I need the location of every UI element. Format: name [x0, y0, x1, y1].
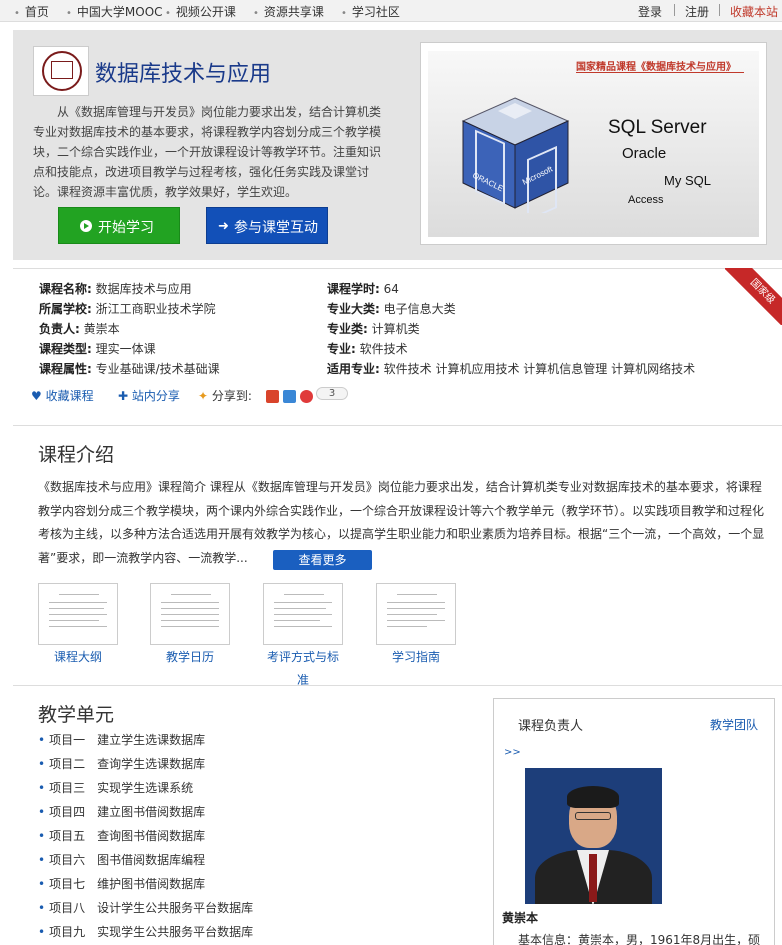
leader-basic-info: 基本信息：黄崇本，男，1961年8月出生，硕 [518, 933, 761, 945]
promo-tag: 国家精品课程《数据库技术与应用》 [576, 62, 736, 73]
info-course-attr: 课程属性: 专业基础课/技术基础课 [39, 362, 220, 376]
unit-item[interactable]: • 项目五 查询图书借阅数据库 [38, 827, 205, 844]
promo-access: Access [628, 194, 664, 206]
database-cube-icon: ORACLE Microsoft [461, 97, 570, 213]
share-icon: ✦ [198, 389, 209, 403]
promo-mysql: My SQL [664, 173, 711, 188]
leader-photo [525, 768, 662, 904]
weibo-share-icon[interactable] [266, 390, 279, 403]
unit-item[interactable]: • 项目二 查询学生选课数据库 [38, 755, 205, 772]
heart-icon: ♥ [31, 389, 42, 403]
nav-divider [674, 4, 675, 16]
nav-divider [719, 4, 720, 16]
start-learning-button[interactable]: 开始学习 [58, 207, 180, 244]
doc-assessment-thumb[interactable] [263, 583, 343, 645]
share-to: ✦ 分享到: [198, 389, 252, 403]
leader-box-title: 课程负责人 [518, 719, 584, 734]
intro-text: 《数据库技术与应用》课程简介 课程从《数据库管理与开发员》岗位能力要求出发，结合… [38, 480, 765, 565]
site-share-link[interactable]: ✚ 站内分享 [118, 387, 180, 404]
promo-oracle: Oracle [622, 145, 667, 162]
info-major: 专业: 软件技术 [327, 342, 408, 356]
section-divider [13, 685, 782, 686]
unit-item[interactable]: • 项目七 维护图书借阅数据库 [38, 875, 205, 892]
info-hours: 课程学时: 64 [327, 282, 399, 296]
doc-syllabus-thumb[interactable] [38, 583, 118, 645]
unit-item[interactable]: • 项目九 实现学生公共服务平台数据库 [38, 923, 253, 940]
section-divider [13, 425, 782, 426]
puzzle-icon: ✚ [118, 389, 129, 403]
course-hero: 数据库技术与应用 从《数据库管理与开发员》岗位能力要求出发，结合计算机类专业对数… [13, 30, 782, 260]
top-nav: • 首页 • 中国大学MOOC • 视频公开课 • 资源共享课 • 学习社区 登录 注册 … [0, 0, 782, 22]
play-icon [80, 220, 92, 232]
school-logo [33, 46, 89, 96]
unit-item[interactable]: • 项目一 建立学生选课数据库 [38, 731, 205, 748]
nav-video-course[interactable]: • 视频公开课 [165, 3, 236, 20]
bullet-icon: • [253, 8, 259, 19]
nav-resource-course[interactable]: • 资源共享课 [253, 3, 324, 20]
info-major-category: 专业大类: 电子信息大类 [327, 302, 456, 316]
arrow-right-icon: ➜ [218, 219, 229, 234]
qzone-share-icon[interactable] [283, 390, 296, 403]
bullet-icon: • [341, 8, 347, 19]
leader-name: 黄崇本 [502, 911, 539, 925]
nav-community[interactable]: • 学习社区 [341, 3, 400, 20]
favorite-course-link[interactable]: ♥ 收藏课程 [31, 387, 94, 404]
info-leader: 负责人: 黄崇本 [39, 322, 120, 336]
teaching-team-link[interactable]: 教学团队 [710, 716, 758, 733]
info-applicable-majors: 适用专业: 软件技术 计算机应用技术 计算机信息管理 计算机网络技术 [327, 362, 696, 376]
unit-item[interactable]: • 项目三 实现学生选课系统 [38, 779, 193, 796]
nav-home[interactable]: • 首页 [14, 3, 49, 20]
nav-mooc[interactable]: • 中国大学MOOC [66, 3, 163, 20]
course-promo-banner: 国家精品课程《数据库技术与应用》 ORACLE Microsoft SQL Se… [420, 42, 767, 245]
register-link[interactable]: 注册 [685, 3, 709, 20]
doc-syllabus-link[interactable]: 课程大纲 [38, 646, 118, 669]
course-leader-box: 课程负责人 教学团队 >> 黄崇本 基本信息：黄崇本，男，1961年8月出生，硕 [493, 698, 775, 945]
doc-guide-thumb[interactable] [376, 583, 456, 645]
bullet-icon: • [14, 8, 20, 19]
info-school: 所属学校: 浙江工商职业技术学院 [39, 302, 216, 316]
bookmark-site-link[interactable]: 收藏本站 [730, 3, 778, 20]
more-link[interactable]: >> [504, 747, 521, 758]
units-title: 教学单元 [38, 704, 115, 726]
doc-guide-link[interactable]: 学习指南 [376, 646, 456, 669]
doc-calendar-link[interactable]: 教学日历 [150, 646, 230, 669]
course-title: 数据库技术与应用 [95, 62, 272, 87]
promo-sqlserver: SQL Server [608, 117, 707, 138]
unit-item[interactable]: • 项目八 设计学生公共服务平台数据库 [38, 899, 253, 916]
class-interaction-button[interactable]: ➜ 参与课堂互动 [206, 207, 328, 244]
bullet-icon: • [66, 8, 72, 19]
info-major-class: 专业类: 计算机类 [327, 322, 420, 336]
info-course-type: 课程类型: 理实一体课 [39, 342, 156, 356]
renren-share-icon[interactable] [300, 390, 313, 403]
share-count: 3 [316, 387, 348, 400]
course-summary: 从《数据库管理与开发员》岗位能力要求出发，结合计算机类专业对数据库技术的基本要求… [33, 105, 382, 199]
intro-title: 课程介绍 [38, 444, 115, 466]
info-course-name: 课程名称: 数据库技术与应用 [39, 282, 192, 296]
doc-calendar-thumb[interactable] [150, 583, 230, 645]
unit-item[interactable]: • 项目四 建立图书借阅数据库 [38, 803, 205, 820]
unit-item[interactable]: • 项目六 图书借阅数据库编程 [38, 851, 205, 868]
view-more-button[interactable]: 查看更多 [273, 550, 372, 570]
national-level-badge: 国家级 [725, 268, 782, 325]
login-link[interactable]: 登录 [638, 3, 662, 20]
bullet-icon: • [165, 8, 171, 19]
